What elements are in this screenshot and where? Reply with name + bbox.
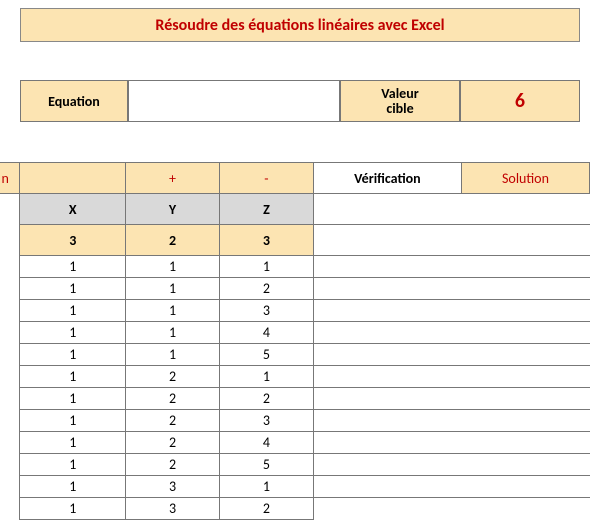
cell-y[interactable]: 2 <box>126 410 220 432</box>
cell-x[interactable]: 1 <box>20 410 126 432</box>
cell-y[interactable]: 1 <box>126 344 220 366</box>
cell-y[interactable]: 2 <box>126 432 220 454</box>
page-title: Résoudre des équations linéaires avec Ex… <box>20 8 580 42</box>
cell-x[interactable]: 1 <box>20 344 126 366</box>
var-x-header: X <box>20 194 126 225</box>
cell-x[interactable]: 1 <box>20 388 126 410</box>
table-row: 131 <box>0 476 590 498</box>
table-row: 112 <box>0 278 590 300</box>
table-row: 125 <box>0 454 590 476</box>
data-table: n + - Vérification Solution X Y Z 3 2 3 … <box>0 162 590 520</box>
cell-z[interactable]: 2 <box>220 498 314 520</box>
cell-z[interactable]: 2 <box>220 278 314 300</box>
cell-z[interactable]: 5 <box>220 344 314 366</box>
cell-z[interactable]: 1 <box>220 256 314 278</box>
table-row: 115 <box>0 344 590 366</box>
cell-y[interactable]: 1 <box>126 256 220 278</box>
cell-x[interactable]: 1 <box>20 256 126 278</box>
cell-z[interactable]: 1 <box>220 366 314 388</box>
cell-z[interactable]: 3 <box>220 410 314 432</box>
cell-x[interactable]: 1 <box>20 322 126 344</box>
table-row: 124 <box>0 432 590 454</box>
coeff-z[interactable]: 3 <box>220 225 314 256</box>
target-value-cell[interactable]: 6 <box>460 80 580 122</box>
table-row: 121 <box>0 366 590 388</box>
cell-x[interactable]: 1 <box>20 432 126 454</box>
coeff-x[interactable]: 3 <box>20 225 126 256</box>
header-row: Equation Valeur cible 6 <box>20 80 580 122</box>
table-row: 122 <box>0 388 590 410</box>
cell-y[interactable]: 2 <box>126 388 220 410</box>
cell-y[interactable]: 2 <box>126 454 220 476</box>
cell-x[interactable]: 1 <box>20 278 126 300</box>
col-header-b <box>20 163 126 194</box>
equation-label: Equation <box>20 80 128 122</box>
table-row: 123 <box>0 410 590 432</box>
table-row: 111 <box>0 256 590 278</box>
cell-x[interactable]: 1 <box>20 300 126 322</box>
table-row: 114 <box>0 322 590 344</box>
cell-z[interactable]: 3 <box>220 300 314 322</box>
column-header-row: n + - Vérification Solution <box>0 163 590 194</box>
cell-z[interactable]: 4 <box>220 432 314 454</box>
table-row: 113 <box>0 300 590 322</box>
col-header-solution: Solution <box>461 163 589 194</box>
target-label: Valeur cible <box>340 80 460 122</box>
var-z-header: Z <box>220 194 314 225</box>
cell-x[interactable]: 1 <box>20 366 126 388</box>
equation-cell[interactable] <box>128 80 340 122</box>
table-row: 132 <box>0 498 590 520</box>
var-y-header: Y <box>126 194 220 225</box>
target-label-line1: Valeur <box>381 86 418 101</box>
cell-x[interactable]: 1 <box>20 476 126 498</box>
cell-y[interactable]: 1 <box>126 300 220 322</box>
cell-z[interactable]: 1 <box>220 476 314 498</box>
cell-z[interactable]: 5 <box>220 454 314 476</box>
left-frag: n <box>0 163 20 194</box>
cell-y[interactable]: 2 <box>126 366 220 388</box>
coeff-row: 3 2 3 <box>0 225 590 256</box>
cell-z[interactable]: 4 <box>220 322 314 344</box>
variable-header-row: X Y Z <box>0 194 590 225</box>
coeff-y[interactable]: 2 <box>126 225 220 256</box>
col-header-plus: + <box>126 163 220 194</box>
cell-z[interactable]: 2 <box>220 388 314 410</box>
cell-y[interactable]: 3 <box>126 498 220 520</box>
cell-y[interactable]: 3 <box>126 476 220 498</box>
cell-y[interactable]: 1 <box>126 278 220 300</box>
col-header-minus: - <box>220 163 314 194</box>
cell-x[interactable]: 1 <box>20 498 126 520</box>
target-label-line2: cible <box>386 101 413 116</box>
cell-x[interactable]: 1 <box>20 454 126 476</box>
col-header-verification: Vérification <box>313 163 461 194</box>
cell-y[interactable]: 1 <box>126 322 220 344</box>
